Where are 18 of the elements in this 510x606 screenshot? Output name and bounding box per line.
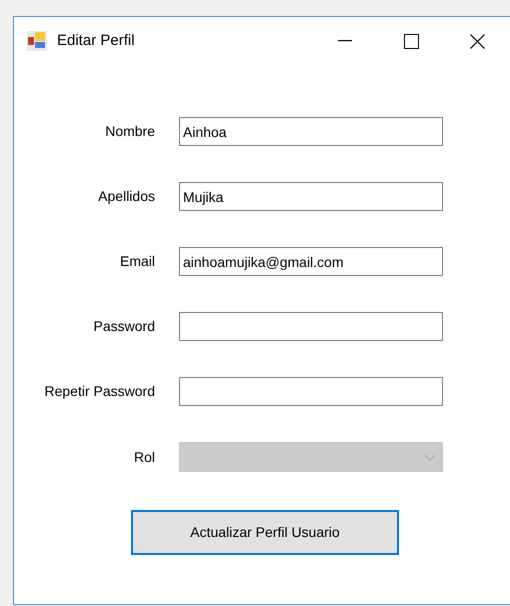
maximize-icon (404, 34, 418, 48)
app-icon (27, 31, 47, 51)
chevron-down-icon (424, 454, 436, 460)
text-field[interactable] (179, 312, 443, 341)
close-icon (470, 34, 484, 48)
field-label: Email (118, 252, 155, 271)
update-profile-button[interactable]: Actualizar Perfil Usuario (131, 510, 399, 555)
field-label: Password (92, 317, 155, 336)
text-field[interactable] (179, 377, 443, 406)
field-label: Apellidos (97, 187, 155, 206)
text-field[interactable]: ainhoamujika@gmail.com (179, 247, 443, 276)
field-label: Repetir Password (44, 382, 155, 401)
window-title: Editar Perfil (57, 30, 135, 51)
field-label: Rol (132, 448, 155, 466)
field-label: Nombre (104, 122, 155, 141)
text-field[interactable]: Mujika (179, 182, 443, 211)
text-field[interactable]: Ainhoa (179, 117, 443, 146)
minimize-icon (338, 40, 352, 42)
